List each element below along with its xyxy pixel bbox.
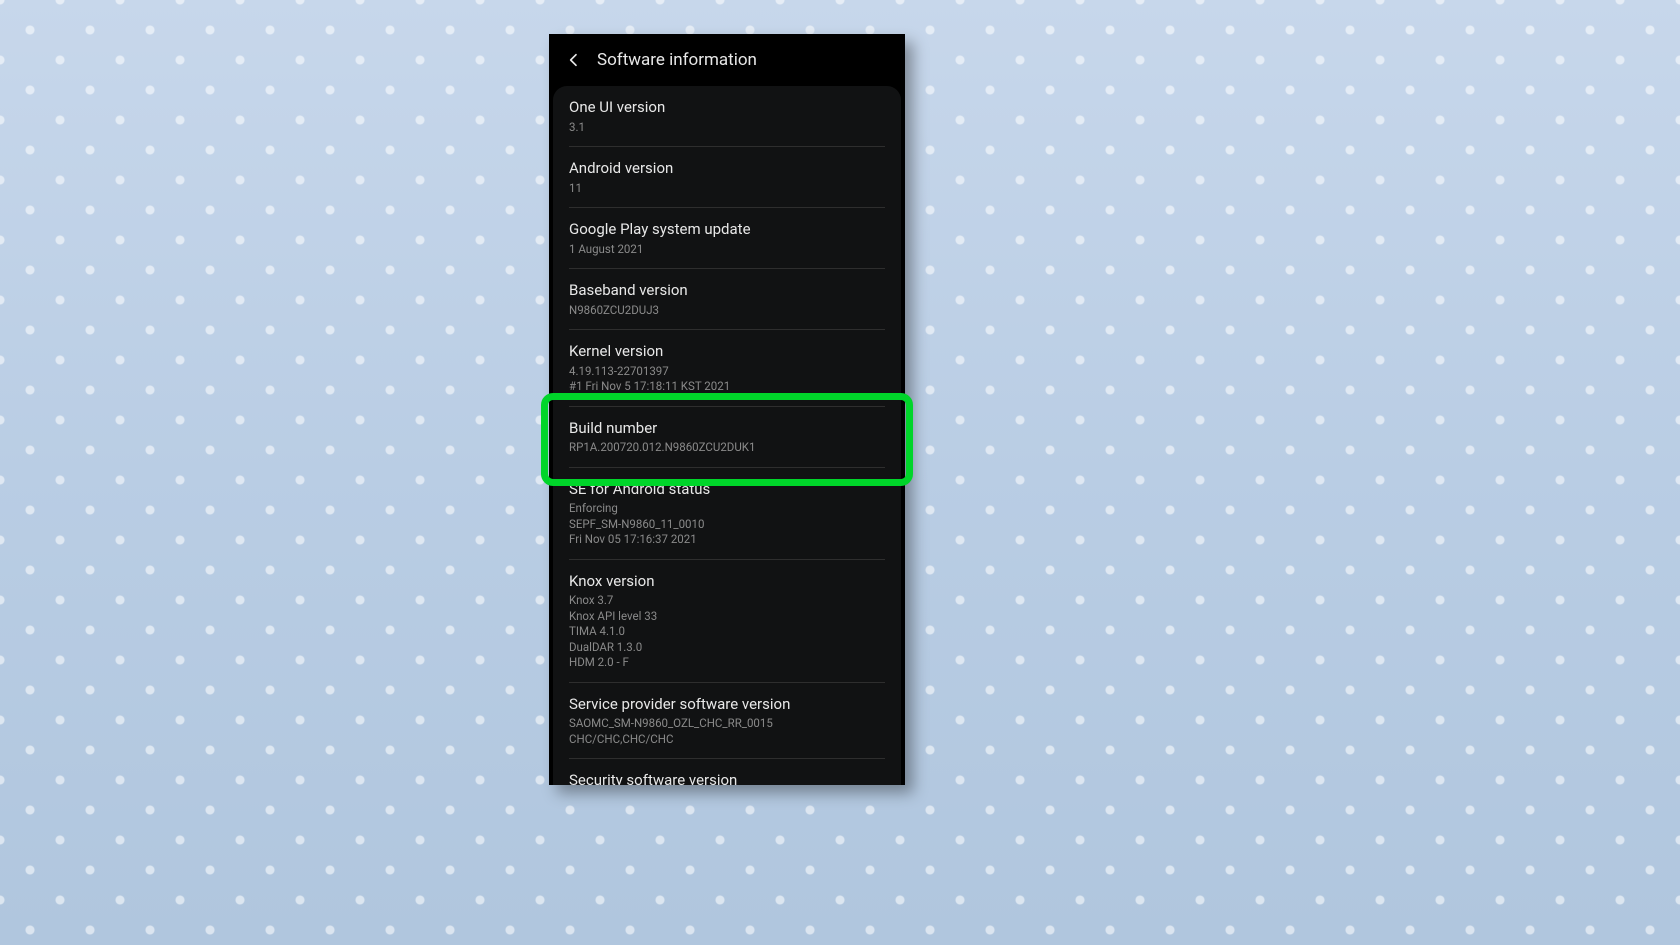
- item-label: Kernel version: [569, 342, 885, 362]
- item-label: Knox version: [569, 572, 885, 592]
- item-label: Baseband version: [569, 281, 885, 301]
- item-service-provider-version[interactable]: Service provider software version SAOMC_…: [569, 683, 885, 760]
- item-kernel-version[interactable]: Kernel version 4.19.113-22701397 #1 Fri …: [569, 330, 885, 407]
- app-header: Software information: [549, 34, 905, 86]
- item-security-software-version[interactable]: Security software version ASKS v4.0 Rele…: [569, 759, 885, 785]
- item-value: SAOMC_SM-N9860_OZL_CHC_RR_0015 CHC/CHC,C…: [569, 716, 885, 747]
- item-value: Knox 3.7 Knox API level 33 TIMA 4.1.0 Du…: [569, 593, 885, 671]
- phone-screenshot: Software information One UI version 3.1 …: [549, 34, 905, 785]
- item-value: 4.19.113-22701397 #1 Fri Nov 5 17:18:11 …: [569, 364, 885, 395]
- item-label: Android version: [569, 159, 885, 179]
- item-build-number[interactable]: Build number RP1A.200720.012.N9860ZCU2DU…: [569, 407, 885, 468]
- item-value: Enforcing SEPF_SM-N9860_11_0010 Fri Nov …: [569, 501, 885, 548]
- item-label: Build number: [569, 419, 885, 439]
- item-label: One UI version: [569, 98, 885, 118]
- item-label: Google Play system update: [569, 220, 885, 240]
- item-android-version[interactable]: Android version 11: [569, 147, 885, 208]
- item-knox-version[interactable]: Knox version Knox 3.7 Knox API level 33 …: [569, 560, 885, 683]
- item-se-android-status[interactable]: SE for Android status Enforcing SEPF_SM-…: [569, 468, 885, 560]
- item-label: Service provider software version: [569, 695, 885, 715]
- item-value: 11: [569, 181, 885, 197]
- item-value: 3.1: [569, 120, 885, 136]
- item-value: 1 August 2021: [569, 242, 885, 258]
- item-baseband-version[interactable]: Baseband version N9860ZCU2DUJ3: [569, 269, 885, 330]
- page-title: Software information: [597, 50, 757, 70]
- item-one-ui-version[interactable]: One UI version 3.1: [569, 86, 885, 147]
- settings-list: One UI version 3.1 Android version 11 Go…: [553, 86, 901, 785]
- back-icon[interactable]: [563, 49, 585, 71]
- item-value: N9860ZCU2DUJ3: [569, 303, 885, 319]
- item-label: Security software version: [569, 771, 885, 785]
- item-label: SE for Android status: [569, 480, 885, 500]
- item-value: RP1A.200720.012.N9860ZCU2DUK1: [569, 440, 885, 456]
- item-google-play-update[interactable]: Google Play system update 1 August 2021: [569, 208, 885, 269]
